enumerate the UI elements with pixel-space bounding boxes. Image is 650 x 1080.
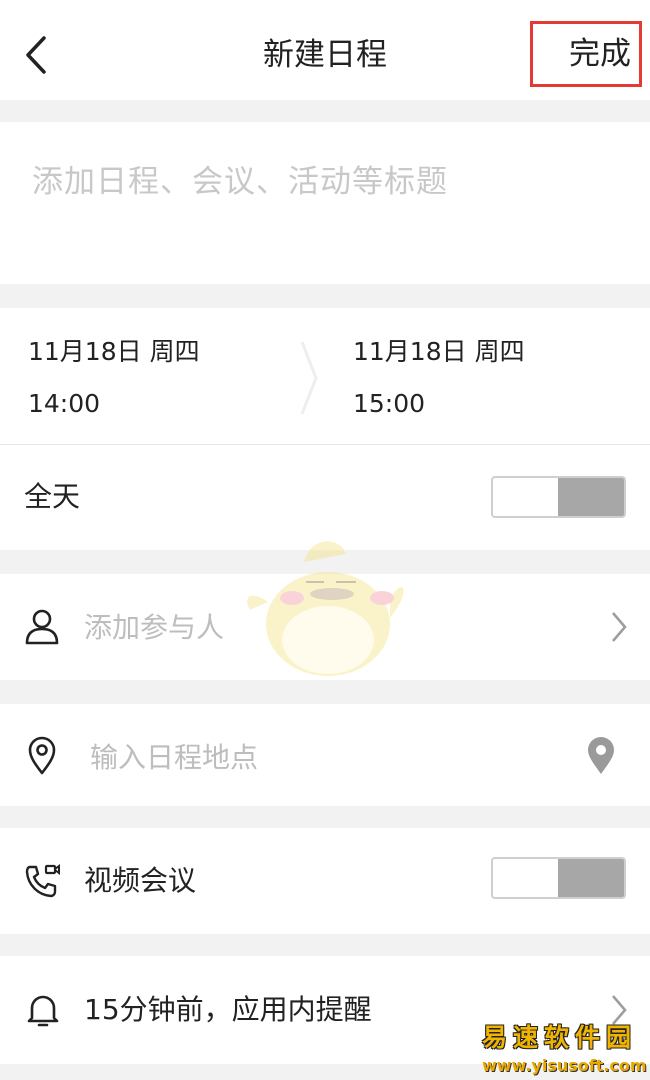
location-row: 输入日程地点 bbox=[0, 704, 650, 806]
location-input[interactable]: 输入日程地点 bbox=[90, 738, 258, 778]
brand-url: www.yisusoft.com bbox=[482, 1056, 647, 1075]
start-time: 14:00 bbox=[28, 389, 101, 418]
site-watermark: 易速软件园 www.yisusoft.com bbox=[482, 1018, 647, 1076]
video-meeting-row: 视频会议 bbox=[0, 828, 650, 934]
toggle-knob bbox=[558, 859, 624, 897]
toggle-knob bbox=[558, 478, 624, 516]
top-bar: 新建日程 完成 bbox=[0, 0, 650, 100]
end-time: 15:00 bbox=[353, 389, 426, 418]
all-day-toggle[interactable] bbox=[491, 476, 626, 518]
all-day-label: 全天 bbox=[24, 480, 81, 513]
map-pin-icon[interactable] bbox=[586, 735, 616, 775]
title-input[interactable]: 添加日程、会议、活动等标题 bbox=[32, 156, 448, 201]
time-range-card: 11月18日 周四 14:00 11月18日 周四 15:00 bbox=[0, 308, 650, 444]
person-icon bbox=[25, 609, 59, 645]
end-date: 11月18日 周四 bbox=[353, 337, 525, 366]
start-time-picker[interactable]: 11月18日 周四 14:00 bbox=[28, 334, 200, 422]
location-outline-icon bbox=[28, 736, 56, 775]
video-call-icon bbox=[25, 864, 60, 898]
mascot-watermark-image bbox=[247, 541, 404, 676]
time-range-arrow-icon bbox=[298, 338, 320, 418]
bell-icon bbox=[27, 995, 59, 1027]
done-button[interactable]: 完成 bbox=[530, 21, 642, 87]
chevron-right-icon bbox=[612, 612, 627, 642]
attendees-placeholder: 添加参与人 bbox=[84, 611, 225, 644]
video-meeting-toggle[interactable] bbox=[491, 857, 626, 899]
video-meeting-label: 视频会议 bbox=[84, 864, 197, 897]
end-time-picker[interactable]: 11月18日 周四 15:00 bbox=[353, 334, 525, 422]
brand-name: 易速软件园 bbox=[482, 1023, 638, 1052]
start-date: 11月18日 周四 bbox=[28, 337, 200, 366]
title-card: 添加日程、会议、活动等标题 bbox=[0, 122, 650, 284]
reminder-label: 15分钟前，应用内提醒 bbox=[84, 993, 372, 1026]
